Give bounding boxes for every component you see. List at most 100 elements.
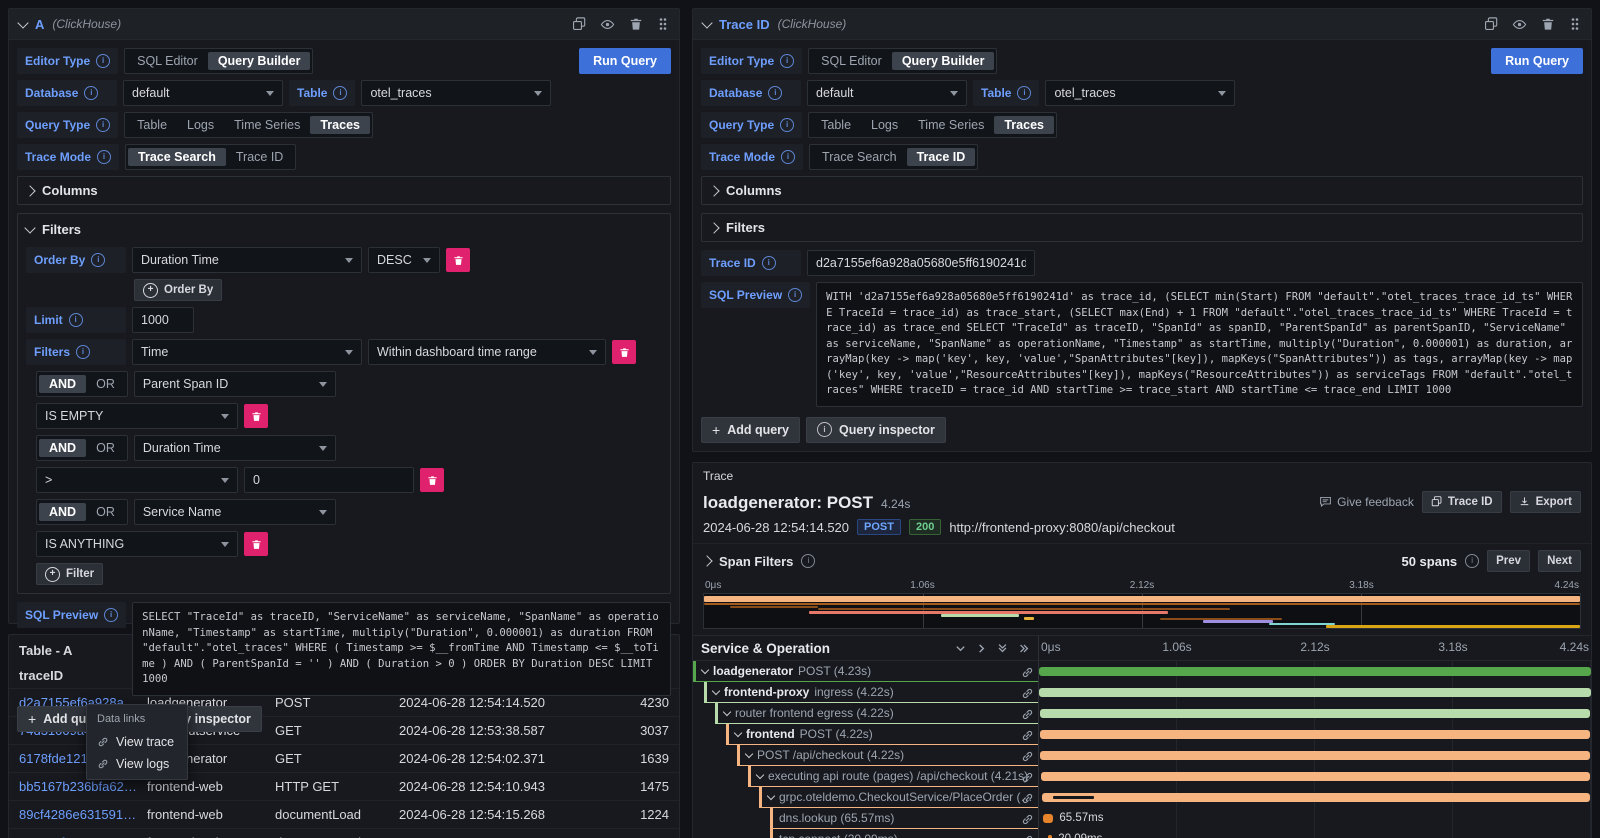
export-button[interactable]: Export: [1510, 491, 1581, 513]
span-link-icon[interactable]: [1021, 813, 1034, 826]
span-name-cell[interactable]: executing api route (pages) /api/checkou…: [693, 766, 1039, 787]
trace-id-link[interactable]: bb5167b236bfa62d1...: [19, 779, 147, 794]
span-link-icon[interactable]: [1021, 750, 1034, 763]
tree-chevron-icon[interactable]: [701, 665, 709, 673]
option-time-series[interactable]: Time Series: [224, 116, 310, 134]
option-table[interactable]: Table: [127, 116, 177, 134]
span-name-cell[interactable]: dns.lookup (65.57ms): [693, 808, 1039, 829]
expand-one-icon[interactable]: [976, 643, 987, 654]
prev-button[interactable]: Prev: [1487, 550, 1530, 572]
option-query-builder[interactable]: Query Builder: [208, 52, 311, 70]
span-link-icon[interactable]: [1021, 708, 1034, 721]
minimap-canvas[interactable]: [703, 593, 1581, 629]
hide-query-icon[interactable]: [1512, 17, 1527, 32]
span-link-icon[interactable]: [1021, 771, 1034, 784]
menu-item-view-trace[interactable]: View trace: [87, 729, 187, 751]
order-by-field-select[interactable]: Duration Time: [132, 247, 362, 273]
span-link-icon[interactable]: [1021, 687, 1034, 700]
tree-chevron-icon[interactable]: [723, 707, 731, 715]
option-trace-id[interactable]: Trace ID: [226, 148, 293, 166]
option-or[interactable]: OR: [86, 375, 125, 393]
option-query-builder[interactable]: Query Builder: [892, 52, 995, 70]
drag-handle-icon[interactable]: [1569, 17, 1581, 31]
menu-item-view-logs[interactable]: View logs: [87, 751, 187, 773]
tree-chevron-icon[interactable]: [756, 770, 764, 778]
limit-input[interactable]: [132, 307, 194, 333]
span-name-cell[interactable]: frontend-proxyingress (4.22s): [693, 682, 1039, 703]
condition-operator-select[interactable]: IS ANYTHING: [36, 531, 238, 557]
collapse-chevron-icon[interactable]: [701, 17, 712, 28]
condition-field-select[interactable]: Duration Time: [134, 435, 336, 461]
span-name-cell[interactable]: POST /api/checkout (4.22s): [693, 745, 1039, 766]
filters-section-toggle[interactable]: Filters: [701, 213, 1583, 242]
span-bar[interactable]: [1042, 793, 1590, 802]
tree-chevron-icon[interactable]: [712, 686, 720, 694]
span-name-cell[interactable]: router frontend egress (4.22s): [693, 703, 1039, 724]
option-traces[interactable]: Traces: [310, 116, 370, 134]
option-logs[interactable]: Logs: [177, 116, 224, 134]
chevron-right-icon[interactable]: [701, 555, 712, 566]
option-trace-id[interactable]: Trace ID: [907, 148, 976, 166]
add-order-by-button[interactable]: Order By: [134, 279, 222, 301]
run-query-button[interactable]: Run Query: [579, 48, 671, 74]
columns-section-toggle[interactable]: Columns: [701, 176, 1583, 205]
add-filter-button[interactable]: Filter: [36, 563, 103, 585]
columns-section-toggle[interactable]: Columns: [17, 176, 671, 205]
option-trace-search[interactable]: Trace Search: [128, 148, 226, 166]
span-link-icon[interactable]: [1021, 792, 1034, 805]
trace-minimap[interactable]: 0μs1.06s2.12s3.18s4.24s: [693, 578, 1591, 635]
option-traces[interactable]: Traces: [994, 116, 1054, 134]
option-or[interactable]: OR: [86, 503, 125, 521]
option-table[interactable]: Table: [811, 116, 861, 134]
span-name-cell[interactable]: frontendPOST (4.22s): [693, 724, 1039, 745]
database-select[interactable]: default: [123, 80, 283, 106]
remove-time-filter-button[interactable]: [612, 340, 636, 364]
trace-id-input[interactable]: [807, 250, 1035, 276]
condition-operator-select[interactable]: IS EMPTY: [36, 403, 238, 429]
delete-query-icon[interactable]: [629, 17, 643, 31]
run-query-button[interactable]: Run Query: [1491, 48, 1583, 74]
collapse-one-icon[interactable]: [955, 643, 966, 654]
span-link-icon[interactable]: [1021, 666, 1034, 679]
delete-query-icon[interactable]: [1541, 17, 1555, 31]
collapse-all-icon[interactable]: [997, 642, 1008, 654]
order-by-direction-select[interactable]: DESC: [368, 247, 440, 273]
database-select[interactable]: default: [807, 80, 967, 106]
time-filter-field-select[interactable]: Time: [132, 339, 362, 365]
span-name-cell[interactable]: tcp.connect (20.09ms): [693, 829, 1039, 838]
option-and[interactable]: AND: [39, 439, 86, 457]
duplicate-query-icon[interactable]: [572, 17, 586, 31]
collapse-chevron-icon[interactable]: [17, 17, 28, 28]
span-bar[interactable]: [1040, 730, 1591, 739]
span-link-icon[interactable]: [1021, 729, 1034, 742]
tree-chevron-icon[interactable]: [767, 791, 775, 799]
tree-chevron-icon[interactable]: [734, 728, 742, 736]
table-select[interactable]: otel_traces: [361, 80, 551, 106]
trace-id-link[interactable]: 89cf4286e631591b4...: [19, 807, 147, 822]
remove-order-by-button[interactable]: [446, 248, 470, 272]
span-name-cell[interactable]: grpc.oteldemo.CheckoutService/PlaceOrder…: [693, 787, 1039, 808]
table-select[interactable]: otel_traces: [1045, 80, 1235, 106]
next-button[interactable]: Next: [1538, 550, 1581, 572]
expand-all-icon[interactable]: [1018, 643, 1030, 654]
span-link-icon[interactable]: [1021, 834, 1034, 838]
span-bar[interactable]: [1040, 751, 1590, 760]
duplicate-query-icon[interactable]: [1484, 17, 1498, 31]
span-bar[interactable]: [1039, 667, 1591, 676]
condition-field-select[interactable]: Service Name: [134, 499, 336, 525]
option-and[interactable]: AND: [39, 375, 86, 393]
span-bar[interactable]: [1039, 688, 1591, 697]
query-inspector-button[interactable]: Query inspector: [806, 417, 946, 443]
option-sql-editor[interactable]: SQL Editor: [811, 52, 892, 70]
condition-operator-select[interactable]: >: [36, 467, 238, 493]
span-bar[interactable]: [1040, 709, 1591, 718]
remove-condition-button[interactable]: [244, 532, 268, 556]
add-query-button[interactable]: Add query: [701, 417, 800, 443]
condition-field-select[interactable]: Parent Span ID: [134, 371, 336, 397]
option-trace-search[interactable]: Trace Search: [812, 148, 907, 166]
give-feedback-button[interactable]: Give feedback: [1319, 495, 1414, 509]
hide-query-icon[interactable]: [600, 17, 615, 32]
option-and[interactable]: AND: [39, 503, 86, 521]
option-logs[interactable]: Logs: [861, 116, 908, 134]
option-sql-editor[interactable]: SQL Editor: [127, 52, 208, 70]
